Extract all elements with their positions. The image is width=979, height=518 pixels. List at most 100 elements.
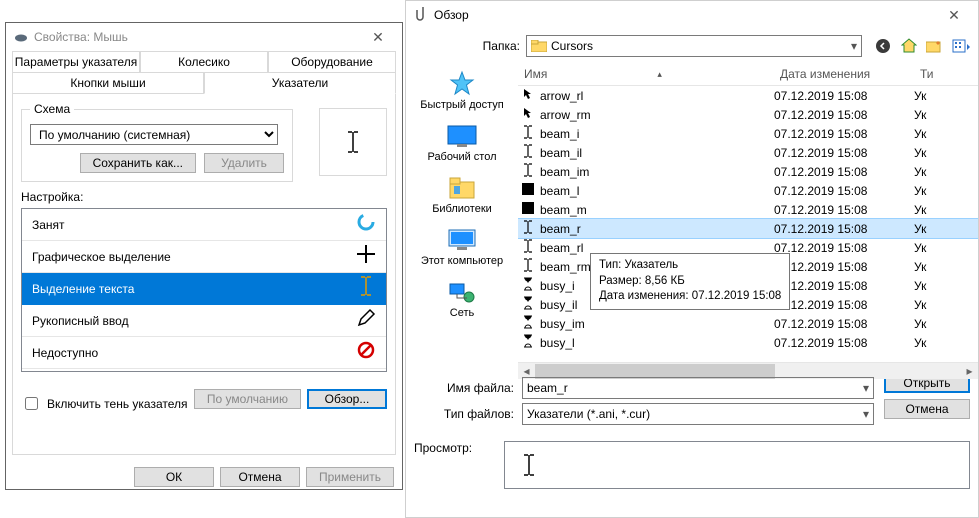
- place-label: Рабочий стол: [427, 151, 496, 163]
- file-row[interactable]: beam_i07.12.2019 15:08Ук: [518, 124, 978, 143]
- place-label: Быстрый доступ: [420, 99, 504, 111]
- scroll-left-icon[interactable]: ◂: [518, 364, 535, 378]
- file-type: Ук: [914, 336, 978, 350]
- list-item-label: Выделение текста: [32, 282, 134, 296]
- file-type: Ук: [914, 298, 978, 312]
- file-type: Ук: [914, 222, 978, 236]
- mouse-properties-window: Свойства: Мышь ✕ Параметры указателя Кол…: [5, 22, 403, 490]
- file-icon: [518, 106, 538, 123]
- tab-hardware[interactable]: Оборудование: [268, 51, 396, 72]
- list-item[interactable]: Графическое выделение: [22, 241, 386, 273]
- shadow-checkbox[interactable]: [25, 397, 38, 410]
- preview-box: [504, 441, 970, 489]
- tab-buttons[interactable]: Кнопки мыши: [12, 72, 204, 94]
- save-as-button[interactable]: Сохранить как...: [80, 153, 196, 173]
- file-date: 07.12.2019 15:08: [774, 184, 914, 198]
- file-type: Ук: [914, 260, 978, 274]
- file-row[interactable]: beam_il07.12.2019 15:08Ук: [518, 143, 978, 162]
- tab-pointer-options[interactable]: Параметры указателя: [12, 51, 140, 72]
- view-menu-icon[interactable]: [952, 37, 970, 55]
- file-row[interactable]: beam_im07.12.2019 15:08Ук: [518, 162, 978, 181]
- busy-icon: [356, 213, 376, 236]
- col-date[interactable]: Дата изменения: [774, 63, 914, 85]
- file-rows[interactable]: arrow_rl07.12.2019 15:08Укarrow_rm07.12.…: [518, 86, 978, 362]
- apply-button[interactable]: Применить: [306, 467, 394, 487]
- browse-button[interactable]: Обзор...: [307, 389, 387, 409]
- browse-window: Обзор ✕ Папка: Cursors Быстрый доступ Ра…: [405, 0, 979, 518]
- list-item-label: Графическое выделение: [32, 250, 171, 264]
- ibeam-icon: [523, 454, 535, 476]
- close-button[interactable]: ✕: [934, 7, 974, 24]
- window-title: Обзор: [434, 8, 934, 22]
- file-row[interactable]: beam_l07.12.2019 15:08Ук: [518, 181, 978, 200]
- scheme-select[interactable]: По умолчанию (системная): [30, 124, 278, 145]
- new-folder-icon[interactable]: [926, 37, 944, 55]
- place-network[interactable]: Сеть: [447, 277, 477, 319]
- folder-select[interactable]: Cursors: [526, 35, 862, 57]
- toolbar: [868, 37, 970, 55]
- file-name: beam_m: [538, 203, 774, 217]
- place-quick-access[interactable]: Быстрый доступ: [420, 69, 504, 111]
- titlebar[interactable]: Свойства: Мышь ✕: [6, 23, 402, 51]
- file-row[interactable]: busy_l07.12.2019 15:08Ук: [518, 333, 978, 352]
- file-list-header: Имя▴ Дата изменения Ти: [518, 63, 978, 86]
- col-name[interactable]: Имя▴: [518, 63, 774, 85]
- folder-row: Папка: Cursors: [406, 29, 978, 63]
- file-name: arrow_rm: [538, 108, 774, 122]
- file-date: 07.12.2019 15:08: [774, 127, 914, 141]
- place-this-pc[interactable]: Этот компьютер: [421, 225, 503, 267]
- place-libraries[interactable]: Библиотеки: [432, 173, 492, 215]
- file-date: 07.12.2019 15:08: [774, 165, 914, 179]
- file-row[interactable]: arrow_rm07.12.2019 15:08Ук: [518, 105, 978, 124]
- file-icon: [518, 220, 538, 237]
- scroll-right-icon[interactable]: ▸: [961, 364, 978, 378]
- preview-label: Просмотр:: [414, 441, 494, 455]
- back-icon[interactable]: [874, 37, 892, 55]
- tab-pointers[interactable]: Указатели: [204, 72, 396, 94]
- list-item[interactable]: Выделение текста: [22, 273, 386, 305]
- place-desktop[interactable]: Рабочий стол: [427, 121, 496, 163]
- titlebar[interactable]: Обзор ✕: [406, 1, 978, 29]
- folder-label: Папка:: [414, 39, 520, 53]
- list-item[interactable]: Недоступно: [22, 337, 386, 369]
- tab-strip: Параметры указателя Колесико Оборудовани…: [6, 51, 402, 94]
- attachment-icon: [414, 6, 428, 25]
- network-icon: [447, 277, 477, 307]
- close-button[interactable]: ✕: [358, 29, 398, 46]
- cancel-button[interactable]: Отмена: [884, 399, 970, 419]
- tab-wheel[interactable]: Колесико: [140, 51, 268, 72]
- cursor-preview: [319, 108, 387, 176]
- pencil-icon: [356, 308, 376, 333]
- mouse-icon: [14, 30, 28, 44]
- delete-button[interactable]: Удалить: [204, 153, 284, 173]
- filename-label: Имя файла:: [414, 381, 514, 395]
- file-row[interactable]: arrow_rl07.12.2019 15:08Ук: [518, 86, 978, 105]
- file-row[interactable]: busy_im07.12.2019 15:08Ук: [518, 314, 978, 333]
- file-icon: [518, 87, 538, 104]
- file-icon: [518, 277, 538, 294]
- unavailable-icon: [356, 341, 376, 364]
- col-type[interactable]: Ти: [914, 63, 978, 85]
- file-type: Ук: [914, 241, 978, 255]
- file-icon: [518, 163, 538, 180]
- list-item-label: Рукописный ввод: [32, 314, 129, 328]
- list-item[interactable]: Рукописный ввод: [22, 305, 386, 337]
- default-button[interactable]: По умолчанию: [194, 389, 301, 409]
- file-row[interactable]: beam_r07.12.2019 15:08Ук: [518, 219, 978, 238]
- sort-asc-icon: ▴: [657, 69, 662, 80]
- file-name: beam_im: [538, 165, 774, 179]
- filename-combo[interactable]: beam_r: [522, 377, 874, 399]
- file-row[interactable]: beam_m07.12.2019 15:08Ук: [518, 200, 978, 219]
- ok-button[interactable]: ОК: [134, 467, 214, 487]
- desktop-icon: [427, 121, 496, 151]
- file-type: Ук: [914, 279, 978, 293]
- cancel-button[interactable]: Отмена: [220, 467, 300, 487]
- up-icon[interactable]: [900, 37, 918, 55]
- file-type: Ук: [914, 184, 978, 198]
- filetype-combo[interactable]: Указатели (*.ani, *.cur): [522, 403, 874, 425]
- file-date: 07.12.2019 15:08: [774, 317, 914, 331]
- place-label: Библиотеки: [432, 203, 492, 215]
- file-icon: [518, 334, 538, 351]
- cursor-listbox[interactable]: Занят Графическое выделение Выделение те…: [21, 208, 387, 372]
- list-item[interactable]: Занят: [22, 209, 386, 241]
